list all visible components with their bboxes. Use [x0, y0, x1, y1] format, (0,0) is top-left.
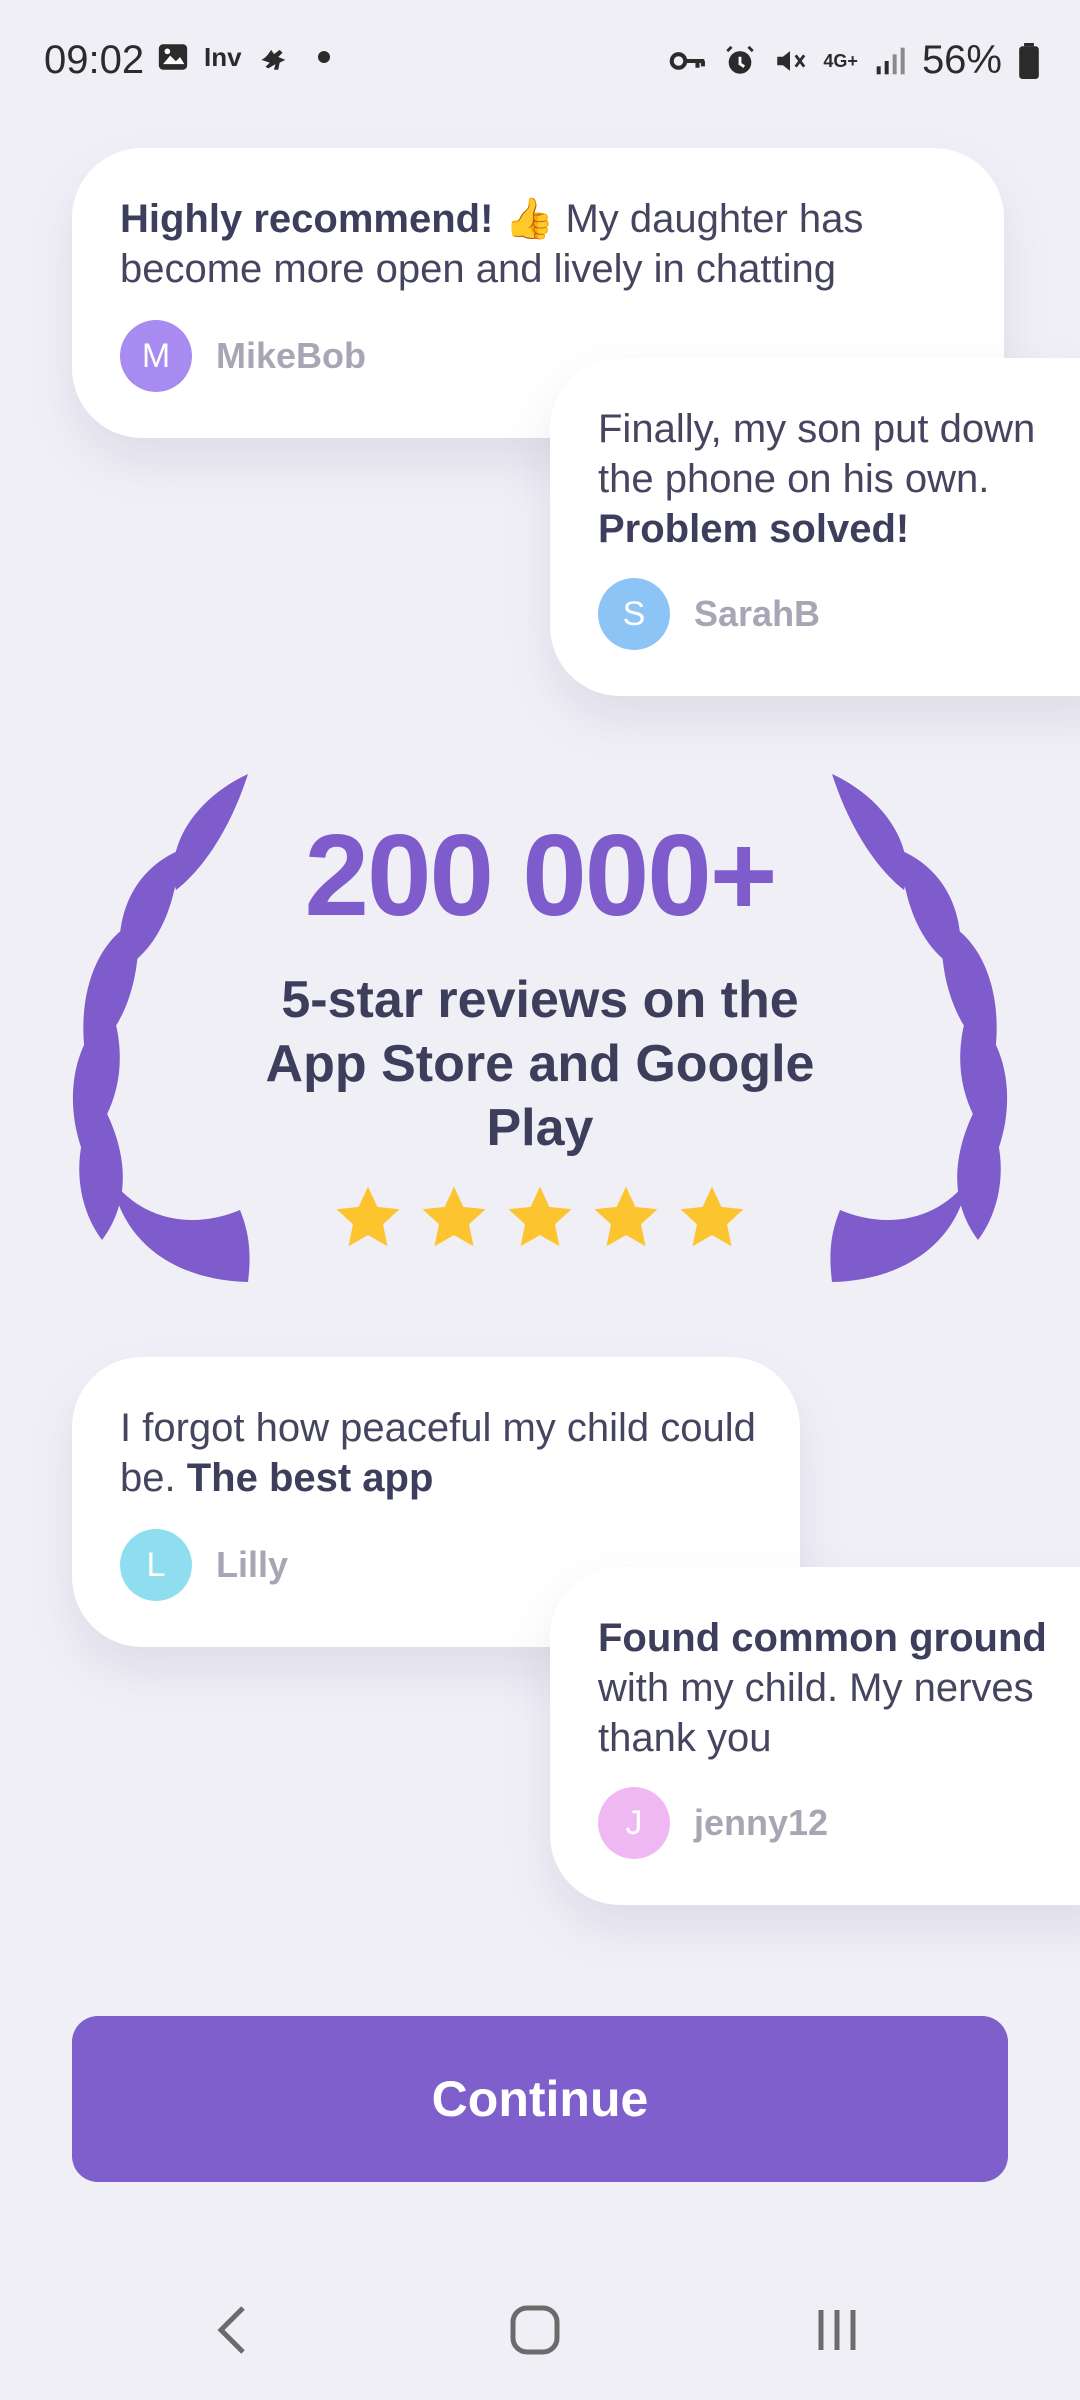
- star-icon: [508, 1186, 572, 1247]
- home-icon: [510, 2305, 560, 2355]
- dot-icon: [317, 51, 330, 63]
- alarm-icon: [726, 45, 755, 74]
- avatar: L: [120, 1529, 192, 1601]
- key-icon: [670, 51, 706, 70]
- review-author: L Lilly: [120, 1529, 288, 1601]
- review-body: Finally, my son put down the phone on hi…: [598, 407, 1036, 501]
- review-body: with my child. My nerves thank you: [598, 1666, 1034, 1760]
- reviews-count: 200 000+: [304, 810, 777, 940]
- bird-icon: [260, 49, 285, 70]
- recents-button[interactable]: [797, 2290, 877, 2370]
- battery-percent: 56%: [921, 38, 1002, 82]
- mute-icon: [777, 50, 806, 71]
- review-text: I forgot how peaceful my child could be.…: [120, 1403, 770, 1503]
- avatar: M: [120, 320, 192, 392]
- avatar: S: [598, 578, 670, 650]
- system-icons: 4G+ 56%: [669, 38, 1040, 83]
- star-icon: [422, 1186, 486, 1247]
- signal-icon: [876, 47, 905, 74]
- network-icon: 4G+: [823, 50, 858, 71]
- author-name: MikeBob: [216, 335, 367, 376]
- back-icon: [217, 2306, 245, 2354]
- star-icon: [594, 1186, 658, 1247]
- review-card-jenny12: Found common ground with my child. My ne…: [550, 1567, 1080, 1905]
- battery-icon: [1019, 42, 1039, 79]
- review-highlight: The best app: [186, 1456, 434, 1500]
- review-text: Highly recommend! 👍 My daughter has beco…: [120, 194, 960, 294]
- author-name: SarahB: [694, 593, 821, 634]
- author-name: jenny12: [694, 1802, 829, 1843]
- recents-icon: [818, 2310, 856, 2350]
- star-icon: [336, 1186, 400, 1247]
- star-icon: [680, 1186, 744, 1247]
- reviews-subtitle: 5-star reviews on the App Store and Goog…: [265, 971, 815, 1157]
- back-button[interactable]: [193, 2290, 273, 2370]
- review-highlight: Problem solved!: [598, 507, 910, 551]
- review-author: M MikeBob: [120, 320, 366, 392]
- navigation-bar: [0, 2260, 1080, 2400]
- status-bar: 09:02 Inv 4G+ 56%: [0, 0, 1080, 120]
- image-icon: [158, 44, 188, 70]
- review-highlight: Found common ground: [598, 1616, 1047, 1660]
- review-highlight: Highly recommend! 👍: [120, 197, 555, 241]
- avatar: J: [598, 1787, 670, 1859]
- continue-button[interactable]: Continue: [72, 2016, 1008, 2182]
- author-name: Lilly: [216, 1544, 289, 1585]
- inv-icon: Inv: [204, 41, 242, 72]
- rating-stars: [0, 1182, 1080, 1254]
- review-text: Found common ground with my child. My ne…: [598, 1613, 1078, 1763]
- home-button[interactable]: [495, 2290, 575, 2370]
- status-time: 09:02: [44, 38, 145, 82]
- review-author: J jenny12: [598, 1787, 828, 1859]
- notification-icons: Inv: [156, 40, 330, 74]
- review-text: Finally, my son put down the phone on hi…: [598, 404, 1078, 554]
- review-card-sarahb: Finally, my son put down the phone on hi…: [550, 358, 1080, 696]
- review-author: S SarahB: [598, 578, 820, 650]
